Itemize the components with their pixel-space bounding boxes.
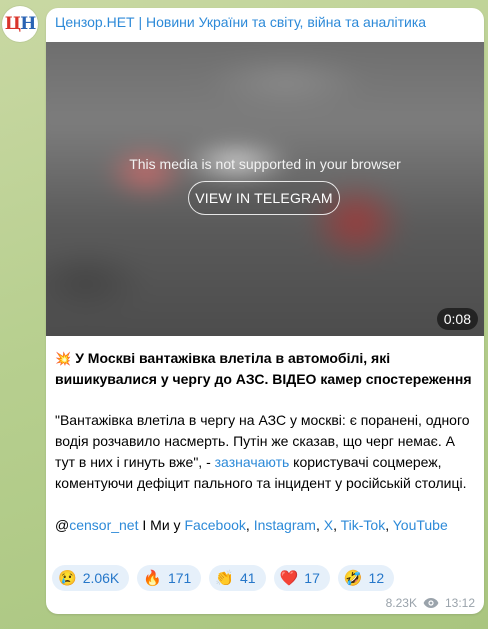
heart-icon: ❤️ xyxy=(279,570,299,587)
video-media[interactable]: This media is not supported in your brow… xyxy=(46,42,484,336)
message-bubble: Цензор.НЕТ | Новини України та світу, ві… xyxy=(46,8,484,614)
view-in-telegram-button[interactable]: VIEW IN TELEGRAM xyxy=(188,181,340,215)
video-duration-badge: 0:08 xyxy=(436,308,478,330)
post-text: 💥 У Москві вантажівка влетіла в автомобіл… xyxy=(55,348,474,536)
instagram-link[interactable]: Instagram xyxy=(254,517,316,533)
message-time: 13:12 xyxy=(444,596,475,610)
eye-icon xyxy=(423,598,439,608)
message-meta: 8.23K 13:12 xyxy=(386,596,475,610)
clapping-hands-icon: 👏 xyxy=(215,570,235,587)
reaction-count: 41 xyxy=(240,570,256,586)
reaction-fire[interactable]: 🔥 171 xyxy=(137,565,202,591)
social-intro-text: І Ми у xyxy=(138,517,185,533)
channel-name-link[interactable]: Цензор.НЕТ | Новини України та світу, ві… xyxy=(55,14,426,30)
explosion-icon: 💥 xyxy=(55,351,72,366)
youtube-link[interactable]: YouTube xyxy=(393,517,448,533)
reaction-count: 17 xyxy=(304,570,320,586)
rofl-face-icon: 🤣 xyxy=(343,570,363,587)
post-headline: 💥 У Москві вантажівка влетіла в автомобіл… xyxy=(55,348,474,390)
reaction-heart[interactable]: ❤️ 17 xyxy=(273,565,330,591)
separator: , xyxy=(315,517,324,533)
separator: , xyxy=(245,517,254,533)
unsupported-media-message: This media is not supported in your brow… xyxy=(129,156,401,172)
quote-paragraph: "Вантажівка влетіла в чергу на АЗС у мос… xyxy=(55,410,474,494)
reaction-count: 171 xyxy=(167,570,192,586)
x-link[interactable]: X xyxy=(324,517,333,533)
fire-icon: 🔥 xyxy=(143,570,162,587)
reaction-clap[interactable]: 👏 41 xyxy=(209,565,266,591)
social-links-line: @censor_net І Ми у Facebook, Instagram, … xyxy=(55,515,474,536)
reaction-count: 2.06K xyxy=(82,570,120,586)
view-count: 8.23K xyxy=(385,596,417,610)
channel-avatar[interactable]: ЦН xyxy=(2,6,38,42)
crying-face-icon: 😢 xyxy=(58,570,77,587)
at-sign: @ xyxy=(55,517,70,533)
avatar-letter-c: Ц xyxy=(4,14,21,34)
reaction-count: 12 xyxy=(368,570,385,586)
reactions-bar: 😢 2.06K 🔥 171 👏 41 ❤️ 17 🤣 12 xyxy=(52,565,395,591)
facebook-link[interactable]: Facebook xyxy=(184,517,245,533)
tiktok-link[interactable]: Tik-Tok xyxy=(341,517,386,533)
reaction-crying[interactable]: 😢 2.06K xyxy=(52,565,130,591)
reaction-rofl[interactable]: 🤣 12 xyxy=(337,565,395,591)
separator: , xyxy=(385,517,393,533)
quote-source-link[interactable]: зазначають xyxy=(215,454,290,470)
separator: , xyxy=(333,517,341,533)
censor-net-handle-link[interactable]: censor_net xyxy=(69,517,138,533)
avatar-letter-n: Н xyxy=(20,14,36,34)
headline-text: У Москві вантажівка влетіла в автомобілі… xyxy=(55,350,472,387)
